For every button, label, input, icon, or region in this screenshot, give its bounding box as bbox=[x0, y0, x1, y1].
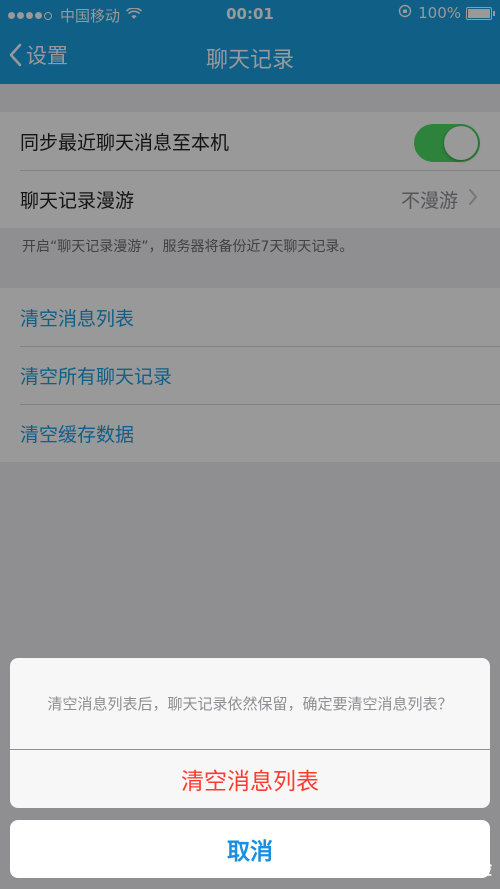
app-screen: 中国移动 00:01 100% 设置 聊天记录 同步最近聊天消息至本机 聊天记录… bbox=[0, 0, 500, 889]
cancel-label: 取消 bbox=[227, 839, 273, 865]
action-sheet-message-text: 清空消息列表后，聊天记录依然保留，确定要清空消息列表？ bbox=[47, 694, 453, 713]
confirm-clear-button[interactable]: 清空消息列表 bbox=[10, 750, 490, 808]
baidu-jingyan-watermark: Bai 经验 bbox=[417, 859, 492, 880]
confirm-clear-label: 清空消息列表 bbox=[181, 769, 319, 795]
action-sheet-message: 清空消息列表后，聊天记录依然保留，确定要清空消息列表？ bbox=[10, 658, 490, 749]
